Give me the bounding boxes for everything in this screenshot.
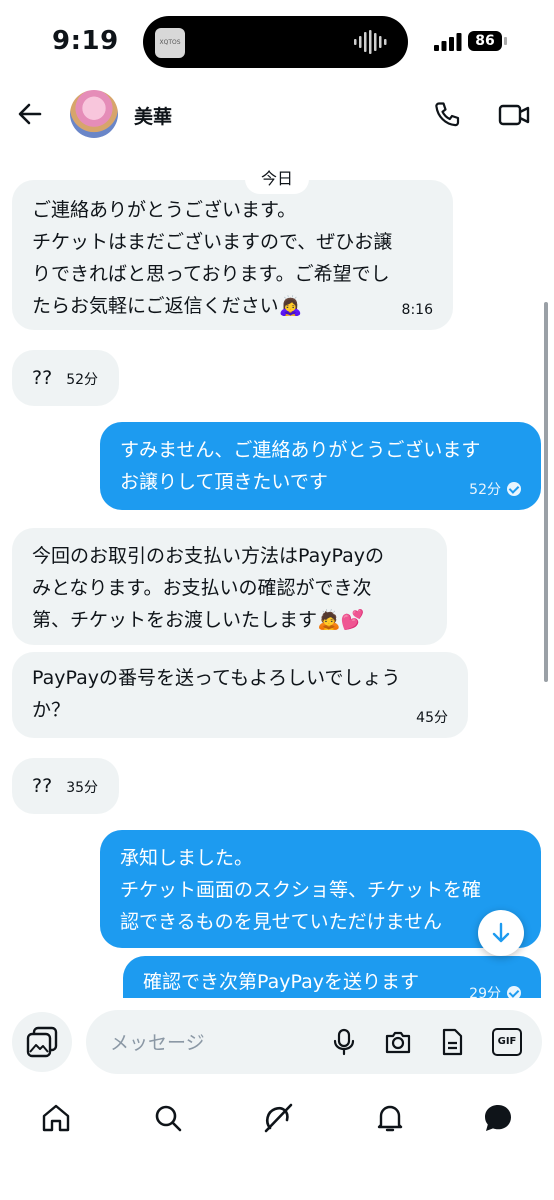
message-line-text: たらお気軽にご返信ください🙇‍♀️ [32,295,303,317]
message-input-placeholder: メッセージ [110,1032,205,1054]
contact-name[interactable]: 美華 [134,102,172,129]
bell-icon[interactable] [374,1102,406,1134]
message-timestamp: 35分 [66,780,99,796]
island-app-label: XQTOS [159,39,181,46]
status-time: 9:19 [52,26,119,56]
message-line: たらお気軽にご返信ください🙇‍♀️ 8:16 [32,290,433,322]
message-timestamp: 52分 [66,372,99,388]
message-incoming[interactable]: 今回のお取引のお支払い方法はPayPayの みとなります。お支払いの確認ができ次… [12,528,447,645]
message-composer: メッセージ GIF [0,1006,554,1076]
message-line: 第、チケットをお渡しいたします🙇💕 [32,609,365,631]
video-camera-icon[interactable] [498,100,530,130]
island-app-thumbnail: XQTOS [155,28,185,58]
message-input[interactable]: メッセージ GIF [86,1010,542,1074]
message-thread[interactable]: 今日 ご連絡ありがとうございます。 チケットはまだございますので、ぜひお譲 りで… [0,150,554,998]
microphone-icon[interactable] [330,1028,358,1056]
message-line: ?? [32,367,53,389]
message-line-text: お譲りして頂きたいです [120,471,328,493]
message-outgoing[interactable]: 確認でき次第PayPayを送ります 29分 [123,956,541,998]
status-bar: 9:19 XQTOS 86 [0,0,554,84]
scroll-to-bottom-button[interactable] [478,910,524,956]
message-incoming[interactable]: ?? 52分 [12,350,119,406]
message-line: りできればと思っております。ご希望でし [32,263,390,285]
message-incoming[interactable]: ?? 35分 [12,758,119,814]
grok-icon[interactable] [262,1102,294,1134]
date-divider: 今日 [245,164,310,194]
message-line: ?? [32,775,53,797]
message-line: チケットはまだございますので、ぜひお譲 [32,231,393,253]
message-line: チケット画面のスクショ等、チケットを確 [120,879,482,901]
message-outgoing[interactable]: 承知しました。 チケット画面のスクショ等、チケットを確 認できるものを見せていた… [100,830,541,948]
search-icon[interactable] [152,1102,184,1134]
home-icon[interactable] [40,1102,72,1134]
document-icon[interactable] [438,1028,466,1056]
message-incoming[interactable]: PayPayの番号を送ってもよろしいでしょう か？ 45分 [12,652,468,738]
scroll-down-arrow-icon [492,922,510,943]
gif-icon[interactable]: GIF [492,1028,522,1056]
message-time: 52分 [469,482,501,498]
conversation-header: 美華 [0,84,554,146]
contact-avatar[interactable] [70,90,118,138]
message-timestamp: 45分 [416,710,448,726]
message-line-text: か？ [32,699,71,721]
read-check-icon [507,986,521,998]
message-line: お譲りして頂きたいです 52分 [120,466,521,498]
phone-icon[interactable] [432,100,462,130]
scrollbar[interactable] [544,302,548,682]
message-line: か？ 45分 [32,694,448,726]
back-arrow-icon[interactable] [14,98,46,130]
message-line: 確認でき次第PayPayを送ります [143,971,419,993]
message-line: 認できるものを見せていただけません [120,911,443,933]
message-line: みとなります。お支払いの確認ができ次 [32,577,372,599]
message-line: ご連絡ありがとうございます。 [32,199,297,221]
audio-wave-icon [354,30,387,54]
read-check-icon [507,482,521,496]
message-outgoing[interactable]: すみません、ご連絡ありがとうございます お譲りして頂きたいです 52分 [100,422,541,510]
bottom-navigation [0,1088,554,1148]
message-line: PayPayの番号を送ってもよろしいでしょう [32,667,401,689]
message-incoming[interactable]: ご連絡ありがとうございます。 チケットはまだございますので、ぜひお譲 りできれば… [12,180,453,330]
message-timestamp: 29分 [469,978,521,998]
dynamic-island: XQTOS [143,16,408,68]
gallery-button[interactable] [12,1012,72,1072]
message-timestamp: 8:16 [401,302,433,318]
messages-icon[interactable] [482,1102,514,1134]
gallery-icon [26,1026,58,1058]
message-timestamp: 52分 [469,474,521,506]
message-time: 29分 [469,986,501,998]
battery-tip [504,37,507,45]
camera-icon[interactable] [384,1028,412,1056]
message-line: すみません、ご連絡ありがとうございます [120,439,481,461]
message-line: 承知しました。 [120,847,254,869]
battery-indicator: 86 [468,31,502,51]
signal-icon [434,33,462,51]
message-line: 今回のお取引のお支払い方法はPayPayの [32,545,384,567]
